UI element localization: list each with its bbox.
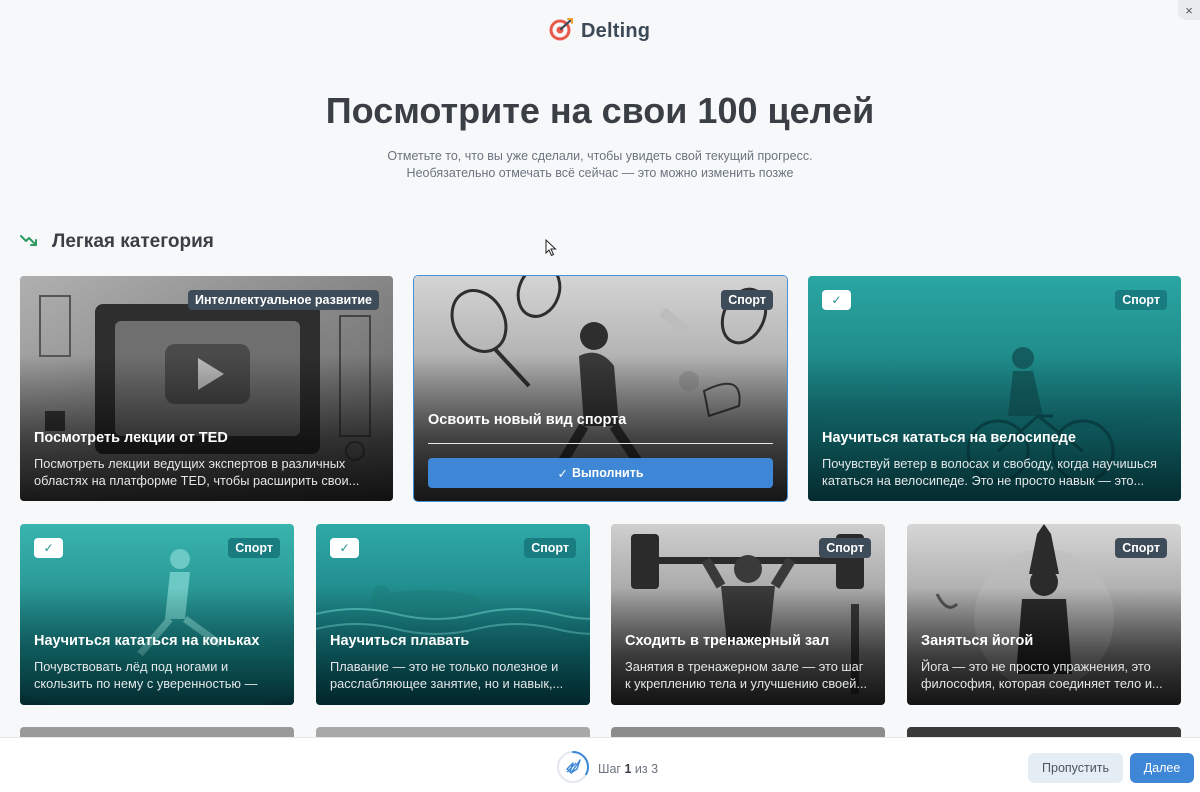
goal-card-gym[interactable]: Спорт Сходить в тренажерный зал Занятия … (611, 524, 885, 705)
target-logo-icon (549, 16, 575, 47)
goal-card-skating[interactable]: ✓ Спорт Научиться кататься на коньках По… (20, 524, 294, 705)
category-tag: Спорт (721, 290, 773, 310)
next-button[interactable]: Далее (1130, 753, 1194, 783)
card-description: Йога — это не просто упражнения, это фил… (921, 659, 1163, 691)
step-text: Шаг 1 из 3 (598, 762, 658, 776)
category-tag: Спорт (524, 538, 576, 558)
rocket-progress-icon (556, 750, 590, 787)
category-tag: Спорт (1115, 290, 1167, 310)
complete-button-label: Выполнить (571, 466, 644, 480)
close-icon[interactable]: × (1185, 3, 1193, 18)
step-current: 1 (624, 761, 632, 776)
app-logo: Delting (549, 16, 650, 47)
card-title: Сходить в тренажерный зал (625, 633, 830, 649)
checked-checkbox[interactable]: ✓ (330, 538, 359, 558)
check-icon: ✓ (43, 541, 54, 555)
section-header: Легкая категория (20, 231, 214, 253)
check-icon: ✓ (831, 293, 842, 307)
card-title: Научиться кататься на коньках (34, 633, 260, 649)
goal-card-new-sport[interactable]: Спорт Освоить новый вид спорта ✓ Выполни… (413, 275, 788, 502)
page-subtitle: Отметьте то, что вы уже сделали, чтобы у… (0, 148, 1200, 182)
category-tag: Интеллектуальное развитие (187, 290, 379, 310)
checked-checkbox[interactable]: ✓ (822, 290, 851, 310)
step-separator: из (634, 761, 648, 776)
page-title: Посмотрите на свои 100 целей (325, 90, 875, 131)
card-divider (428, 443, 773, 444)
section-title: Легкая категория (52, 231, 214, 252)
close-button[interactable]: × (1178, 0, 1200, 20)
card-description: Посмотреть лекции ведущих экспертов в ра… (34, 456, 360, 488)
card-title: Заняться йогой (921, 633, 1034, 649)
category-tag: Спорт (228, 538, 280, 558)
subtitle-line-1: Отметьте то, что вы уже сделали, чтобы у… (387, 149, 813, 163)
check-icon: ✓ (557, 466, 568, 481)
trend-down-icon (20, 233, 38, 252)
step-indicator: Шаг 1 из 3 (556, 750, 658, 787)
goal-card-ted[interactable]: Интеллектуальное развитие Посмотреть лек… (20, 276, 393, 501)
card-description: Плавание — это не только полезное и расс… (330, 659, 564, 691)
step-total: 3 (651, 761, 659, 776)
skip-button[interactable]: Пропустить (1028, 753, 1123, 783)
footer-bar: Шаг 1 из 3 Пропустить Далее (0, 737, 1200, 792)
card-title: Научиться плавать (330, 633, 470, 649)
card-description: Почувствовать лёд под ногами и скользить… (34, 659, 258, 691)
complete-button[interactable]: ✓ Выполнить (428, 458, 773, 488)
card-title: Научиться кататься на велосипеде (822, 430, 1076, 446)
card-title: Посмотреть лекции от TED (34, 430, 228, 446)
check-icon: ✓ (339, 541, 350, 555)
step-prefix: Шаг (598, 761, 621, 776)
card-description: Занятия в тренажерном зале — это шаг к у… (625, 659, 868, 691)
mouse-cursor-icon (545, 238, 557, 262)
goal-card-swimming[interactable]: ✓ Спорт Научиться плавать Плавание — это… (316, 524, 590, 705)
subtitle-line-2: Необязательно отмечать всё сейчас — это … (406, 166, 794, 180)
card-title: Освоить новый вид спорта (428, 412, 627, 428)
checked-checkbox[interactable]: ✓ (34, 538, 63, 558)
category-tag: Спорт (819, 538, 871, 558)
goal-card-bicycle[interactable]: ✓ Спорт Научиться кататься на велосипеде… (808, 276, 1181, 501)
app-name: Delting (581, 20, 651, 42)
category-tag: Спорт (1115, 538, 1167, 558)
card-description: Почувствуй ветер в волосах и свободу, ко… (822, 456, 1157, 488)
goal-card-yoga[interactable]: Спорт Заняться йогой Йога — это не прост… (907, 524, 1181, 705)
